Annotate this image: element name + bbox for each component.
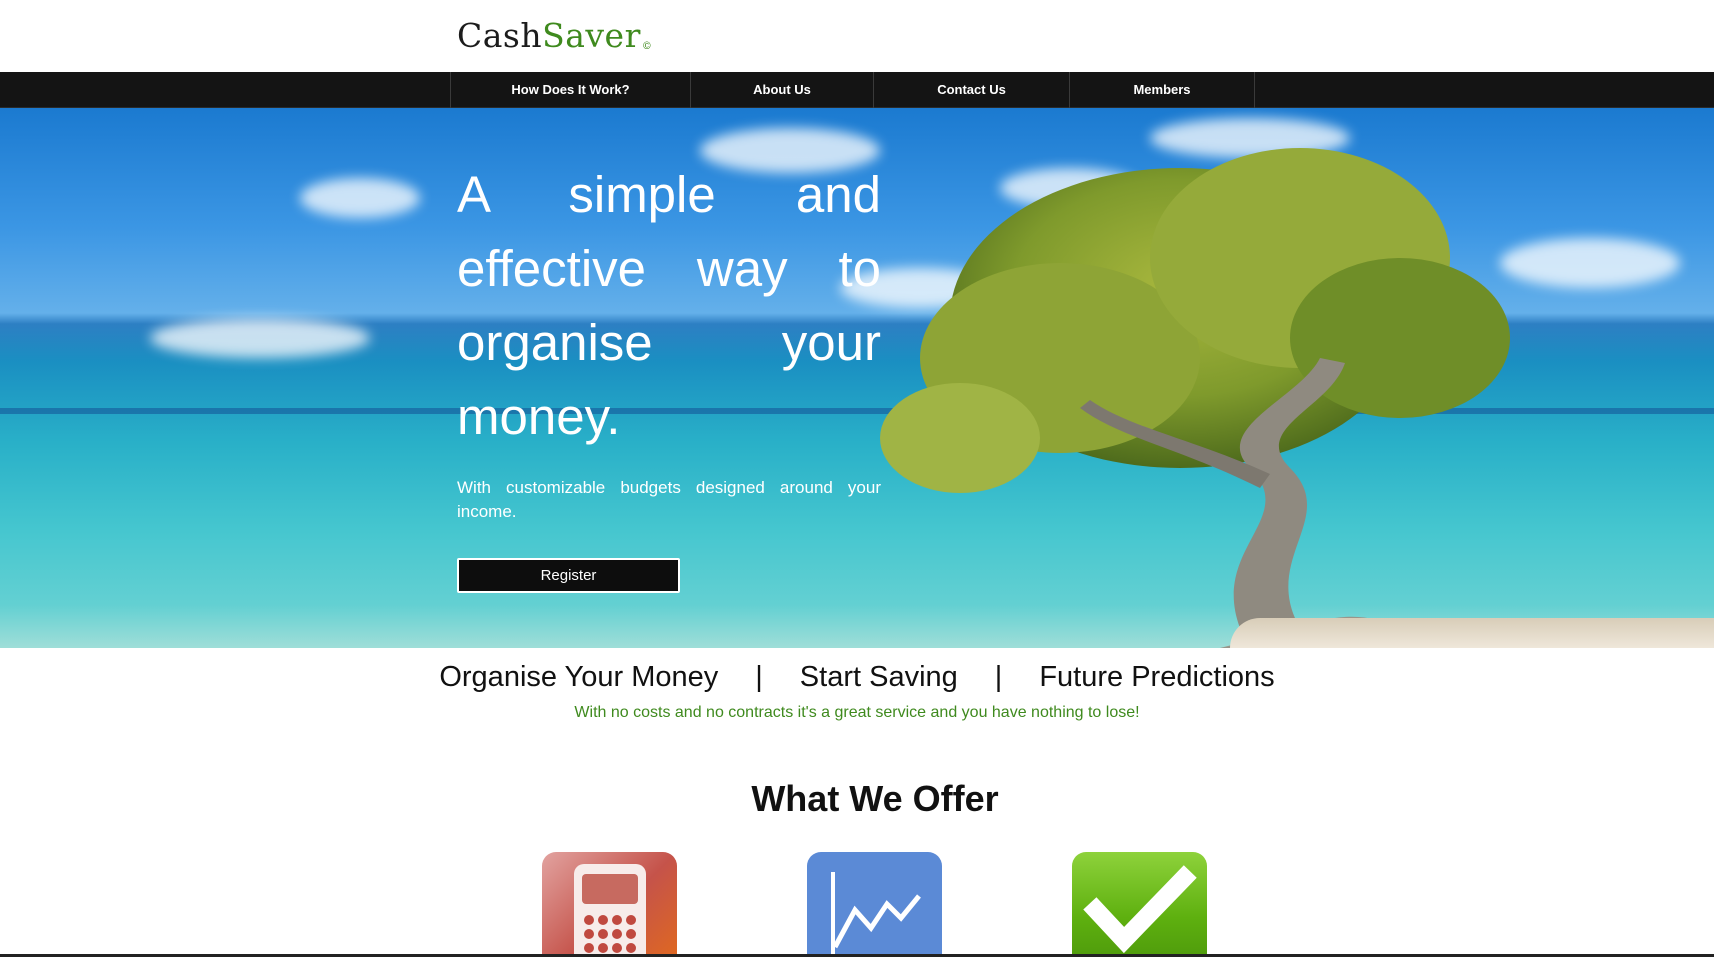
cloud	[300, 178, 420, 218]
logo-registered-mark: ©	[641, 41, 653, 52]
register-button[interactable]: Register	[457, 558, 680, 593]
tagline-start-saving: Start Saving	[799, 661, 958, 693]
offer-heading: What We Offer	[751, 778, 999, 819]
tagline-separator: |	[755, 661, 763, 693]
hero-subtitle: With customizable budgets designed aroun…	[457, 478, 881, 521]
site-header: CashSaver©	[0, 0, 1714, 72]
tagline-strip: Organise Your Money | Start Saving | Future …	[0, 661, 1714, 697]
hero-banner: A simple and effective way to organise y…	[0, 108, 1714, 648]
nav-contact-us[interactable]: Contact Us	[873, 72, 1069, 108]
hero-headline: A simple and effective way to organise y…	[457, 166, 881, 445]
tagline-organise: Organise Your Money	[439, 661, 719, 693]
chart-tile[interactable]	[807, 852, 942, 957]
main-navigation: How Does It Work? About Us Contact Us Me…	[0, 72, 1714, 108]
tagline-separator: |	[994, 661, 1003, 693]
nav-members[interactable]: Members	[1069, 72, 1255, 108]
cloud	[150, 318, 370, 358]
cashsaver-logo[interactable]: CashSaver©	[457, 16, 652, 67]
calculator-tile[interactable]	[542, 852, 677, 957]
tagline-future-predictions: Future Predictions	[1039, 661, 1275, 693]
logo-text-cash: Cash	[457, 16, 543, 55]
promo-text: With no costs and no contracts it's a gr…	[574, 704, 1140, 721]
nav-how-does-it-work[interactable]: How Does It Work?	[450, 72, 690, 108]
calculator-icon	[574, 864, 646, 957]
checkmark-tile[interactable]	[1072, 852, 1207, 957]
checkmark-icon	[1083, 865, 1197, 954]
line-chart-icon	[831, 872, 927, 957]
beach-sand	[1230, 618, 1714, 648]
logo-text-saver: Saver	[542, 16, 641, 55]
divi-tree-image	[880, 148, 1510, 648]
nav-about-us[interactable]: About Us	[690, 72, 873, 108]
